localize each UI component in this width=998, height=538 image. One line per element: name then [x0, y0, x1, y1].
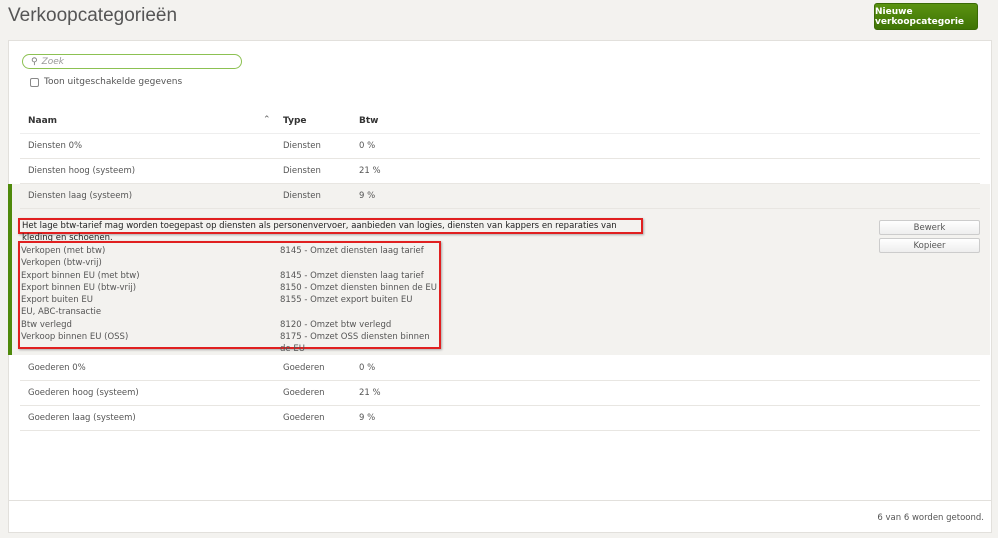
- account-row: Export buiten EU 8155 - Omzet export buit…: [20, 294, 439, 306]
- account-label: Btw verlegd: [21, 319, 72, 330]
- account-value: 8175 - Omzet OSS diensten binnen de EU: [280, 332, 430, 355]
- checkbox-label: Toon uitgeschakelde gegevens: [44, 77, 183, 87]
- account-row: EU, ABC-transactie: [20, 306, 439, 318]
- checkbox[interactable]: [30, 77, 39, 87]
- cell-name: Goederen hoog (systeem): [28, 388, 139, 398]
- column-header-naam[interactable]: Naam: [28, 116, 57, 126]
- column-header-type[interactable]: Type: [283, 116, 306, 126]
- account-value: 8145 - Omzet diensten laag tarief: [280, 246, 424, 256]
- cell-type: Goederen: [283, 413, 325, 423]
- account-row: Verkopen (btw-vrij): [20, 257, 439, 269]
- cell-type: Diensten: [283, 191, 321, 201]
- cell-type: Diensten: [283, 166, 321, 176]
- account-mapping-list: Verkopen (met btw) 8145 - Omzet diensten …: [18, 241, 441, 354]
- show-disabled-checkbox[interactable]: Toon uitgeschakelde gegevens: [30, 77, 182, 87]
- table-row-selected[interactable]: Diensten laag (systeem) Diensten 9 %: [20, 184, 980, 209]
- cell-type: Goederen: [283, 388, 325, 398]
- account-label: Export binnen EU (btw-vrij): [21, 282, 137, 293]
- new-category-button[interactable]: Nieuwe verkoopcategorie: [874, 3, 978, 30]
- search-placeholder: Zoek: [41, 56, 65, 67]
- table-row[interactable]: Goederen hoog (systeem) Goederen 21 %: [20, 381, 980, 406]
- account-label: Export binnen EU (met btw): [21, 270, 140, 281]
- search-icon: ⚲: [31, 56, 38, 67]
- account-label: Verkopen (btw-vrij): [21, 258, 102, 269]
- account-value: 8155 - Omzet export buiten EU: [280, 295, 413, 306]
- cell-btw: 0 %: [359, 363, 376, 373]
- account-value: 8120 - Omzet btw verlegd: [280, 319, 392, 330]
- table-row[interactable]: Goederen laag (systeem) Goederen 9 %: [20, 406, 980, 431]
- account-value: 8150 - Omzet diensten binnen de EU: [280, 282, 438, 293]
- footer-divider: [9, 500, 991, 501]
- column-header-btw[interactable]: Btw: [359, 116, 378, 126]
- account-row: Export binnen EU (btw-vrij) 8150 - Omzet …: [20, 282, 439, 294]
- table-row[interactable]: Diensten 0% Diensten 0 %: [20, 134, 980, 159]
- account-row: Verkoop binnen EU (OSS) 8175 - Omzet OSS …: [20, 331, 439, 354]
- cell-btw: 0 %: [359, 141, 376, 151]
- account-value: 8145 - Omzet diensten laag tarief: [280, 270, 424, 281]
- cell-name: Goederen 0%: [28, 363, 86, 373]
- account-label: Verkoop binnen EU (OSS): [21, 332, 129, 343]
- cell-name: Diensten hoog (systeem): [28, 166, 136, 176]
- cell-type: Goederen: [283, 363, 325, 373]
- page-title: Verkoopcategorieën: [8, 5, 178, 26]
- cell-btw: 21 %: [359, 166, 381, 176]
- search-input[interactable]: ⚲ Zoek: [22, 54, 242, 69]
- cell-name: Diensten 0%: [28, 141, 83, 151]
- cell-btw: 9 %: [359, 191, 376, 201]
- sort-ascending-icon[interactable]: ⌃: [263, 115, 271, 125]
- cell-btw: 9 %: [359, 413, 376, 423]
- account-row: Export binnen EU (met btw) 8145 - Omzet d…: [20, 270, 439, 282]
- account-label: EU, ABC-transactie: [21, 307, 102, 318]
- table-row[interactable]: Goederen 0% Goederen 0 %: [20, 356, 980, 381]
- account-row: Btw verlegd 8120 - Omzet btw verlegd: [20, 319, 439, 331]
- copy-button[interactable]: Kopieer: [879, 238, 980, 253]
- cell-btw: 21 %: [359, 388, 381, 398]
- cell-name: Diensten laag (systeem): [28, 191, 133, 201]
- result-count: 6 van 6 worden getoond.: [877, 513, 984, 523]
- category-description: Het lage btw-tarief mag worden toegepast…: [18, 218, 643, 243]
- edit-button[interactable]: Bewerk: [879, 220, 980, 235]
- cell-type: Diensten: [283, 141, 321, 151]
- table-row[interactable]: Diensten hoog (systeem) Diensten 21 %: [20, 159, 980, 184]
- cell-name: Goederen laag (systeem): [28, 413, 136, 423]
- account-label: Export buiten EU: [21, 295, 93, 306]
- account-row: Verkopen (met btw) 8145 - Omzet diensten …: [20, 245, 439, 257]
- account-label: Verkopen (met btw): [21, 246, 106, 256]
